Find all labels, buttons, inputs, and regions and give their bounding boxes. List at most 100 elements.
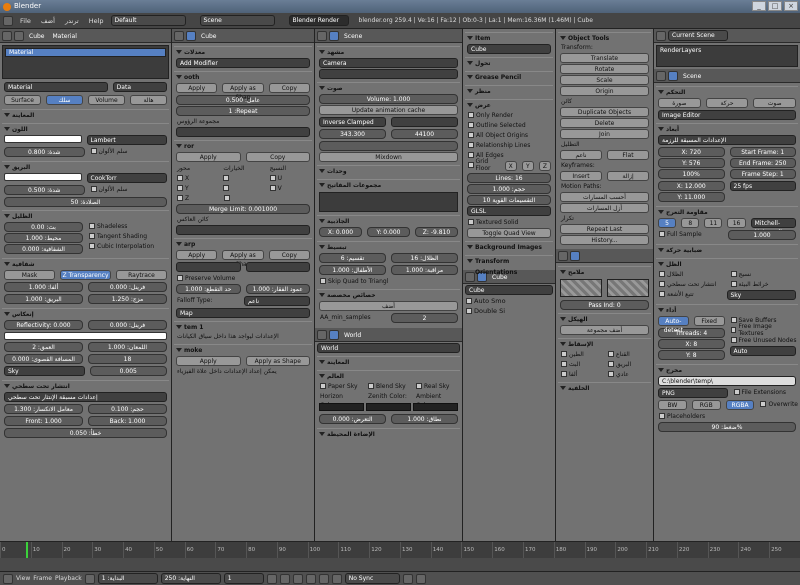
file-extensions-toggle[interactable]: File Extensions xyxy=(731,387,799,397)
dimensions-panel-header[interactable]: أبعاد xyxy=(656,123,798,134)
shading-selector[interactable]: GLSL xyxy=(467,206,551,216)
specular-color-swatch[interactable] xyxy=(4,173,82,181)
sss-ior-field[interactable]: 1.300 :معامل الانكسار xyxy=(4,404,83,414)
editor-type-icon[interactable] xyxy=(3,15,13,26)
diffuse-color-swatch[interactable] xyxy=(4,135,82,143)
properties-icon[interactable] xyxy=(465,271,475,282)
calculate-paths-button[interactable]: أحسب المسارات xyxy=(560,192,649,202)
smooth-factor-field[interactable]: 0.500 :عامل xyxy=(176,95,310,105)
acceleration-selector[interactable]: Auto xyxy=(729,346,796,356)
add-modifier-selector[interactable]: Add Modifier xyxy=(176,58,310,68)
map-selector[interactable]: Map xyxy=(176,308,310,318)
array-target-field[interactable] xyxy=(245,262,310,272)
all-origins-toggle[interactable]: All Object Origins xyxy=(465,130,553,140)
tab-surface[interactable]: Surface xyxy=(4,95,41,105)
maximize-button[interactable]: □ xyxy=(768,1,782,11)
world-icon[interactable] xyxy=(329,329,339,340)
specular-panel-header[interactable]: البريق xyxy=(2,161,169,172)
ambient-field[interactable]: 1.000 :محيط xyxy=(4,233,83,243)
add-property-button[interactable]: أضف xyxy=(319,301,458,311)
transparency-panel-header[interactable]: شفافية xyxy=(2,258,169,269)
doppler-factor-field[interactable] xyxy=(319,141,458,151)
motion-blur-panel-header[interactable]: ضبابية حركة xyxy=(656,244,798,255)
clear-paths-button[interactable]: أزل المسارات xyxy=(560,203,649,213)
add-new-group-button[interactable]: أضف مجموعة xyxy=(560,325,649,335)
properties-icon[interactable] xyxy=(656,70,666,81)
array-copy-button[interactable]: Copy xyxy=(268,250,310,260)
threads-fixed-button[interactable]: Fixed xyxy=(693,316,725,326)
samples-field[interactable]: 18 xyxy=(88,354,167,364)
doppler-field[interactable]: 343.300 xyxy=(319,129,386,139)
env-map-toggle[interactable]: خرائط البيئة xyxy=(728,279,799,289)
output-path-field[interactable]: C:\blender\temp\ xyxy=(658,376,796,386)
current-frame-field[interactable]: 1 xyxy=(223,573,264,584)
resolution-y-field[interactable]: Y: 576 xyxy=(658,158,725,168)
range-field[interactable]: 1.000 :نطاق xyxy=(391,414,458,424)
merge-limit-field[interactable]: Merge Limit: 0.001000 xyxy=(176,204,310,214)
aspect-y-field[interactable]: Y: 11.000 xyxy=(658,192,725,202)
blend-sky-toggle[interactable]: Blend Sky xyxy=(365,381,412,391)
overwrite-toggle[interactable]: Overwrite xyxy=(757,399,798,409)
menu-add[interactable]: أضف xyxy=(38,17,58,25)
menu-file[interactable]: File xyxy=(17,17,34,25)
free-unused-toggle[interactable]: Free Unused Nodes xyxy=(728,335,799,345)
mirror-v-toggle[interactable]: V xyxy=(267,183,312,193)
vertex-group-field[interactable] xyxy=(176,127,310,137)
display-mode-selector[interactable]: Image Editor xyxy=(658,110,796,120)
full-sample-toggle[interactable]: Full Sample xyxy=(656,229,725,239)
emit-field[interactable]: 0.00 :بث xyxy=(4,222,83,232)
mirror-fresnel-field[interactable]: 0.000 :فرينل xyxy=(88,320,167,330)
sss-error-field[interactable]: 0.050 :خطأ xyxy=(4,428,167,438)
alpha-mode-selector[interactable]: Sky xyxy=(726,290,796,300)
translucency-field[interactable]: 0.000 :الشفافية xyxy=(4,244,83,254)
play-reverse-icon[interactable] xyxy=(292,573,303,584)
menu-help[interactable]: Help xyxy=(86,17,107,25)
timeline-ruler[interactable]: 0 10 20 30 40 50 60 70 80 90 100 110 120 130 140 150 160… xyxy=(0,542,800,558)
cubic-interp-toggle[interactable]: Cubic Interpolation xyxy=(86,241,169,251)
placeholders-toggle[interactable]: Placeholders xyxy=(656,411,798,421)
mirror-color-swatch[interactable] xyxy=(4,332,167,340)
play-icon[interactable] xyxy=(305,573,316,584)
rate-field[interactable]: 44100 xyxy=(391,129,458,139)
transform-panel-header[interactable]: تحول xyxy=(465,57,553,68)
gloss-field[interactable]: 1.000 :اللمعان xyxy=(88,342,167,352)
remove-keyframe-button[interactable]: إزالة xyxy=(607,171,649,181)
mirror-u-toggle[interactable]: U xyxy=(267,173,312,183)
properties-icon[interactable] xyxy=(2,30,12,41)
end-frame-field[interactable]: End Frame: 250 xyxy=(729,158,796,168)
texture-icon[interactable] xyxy=(570,250,580,261)
aa-5-button[interactable]: 5 xyxy=(658,218,677,228)
grease-pencil-header[interactable]: Grease Pencil xyxy=(465,71,553,82)
diffuse-ramp-toggle[interactable]: سلم الألوان xyxy=(88,146,170,156)
mirror-panel-header[interactable]: إنعكاس xyxy=(2,308,169,319)
render-preset-selector[interactable]: الإعدادات المسبقة للرزمة xyxy=(658,135,796,145)
object-tools-header[interactable]: Object Tools xyxy=(558,32,651,43)
aa-11-button[interactable]: 11 xyxy=(704,218,723,228)
tiles-x-field[interactable]: X: 8 xyxy=(658,339,725,349)
resolution-pct-field[interactable]: 100% xyxy=(658,169,725,179)
minimize-button[interactable]: _ xyxy=(752,1,766,11)
subdivision-field[interactable]: 6 :تقسيم xyxy=(319,253,386,263)
texture-mask-header[interactable]: ملامح xyxy=(558,266,651,277)
color-rgb-button[interactable]: RGB xyxy=(691,400,721,410)
array-apply-shape-button[interactable]: Apply as Shap xyxy=(222,250,264,268)
fresnel-field[interactable]: 0.000 :فرينل xyxy=(88,282,167,292)
shade-flat-button[interactable]: Flat xyxy=(607,150,649,160)
trans-raytrace-button[interactable]: Raytrace xyxy=(116,270,167,280)
smooth-apply-button[interactable]: Apply xyxy=(176,83,218,93)
scene-panel-header[interactable]: مشهد xyxy=(317,46,460,57)
display-panel-header[interactable]: عرض xyxy=(465,99,553,110)
max-dist-field[interactable]: 0.000 :المسافة القصوى xyxy=(4,354,83,364)
grid-floor-toggle[interactable]: Grid Floor xyxy=(465,158,502,172)
material-slot-row[interactable]: Material xyxy=(5,48,166,57)
aa-samples-field[interactable]: 2 xyxy=(391,313,458,323)
smooth-repeat-field[interactable]: 1 :Repeat xyxy=(176,106,310,116)
scene-selector[interactable]: Scene xyxy=(199,15,275,26)
menu-render[interactable]: ترندر xyxy=(62,17,82,25)
shading-panel-header[interactable]: الظل xyxy=(656,258,798,269)
join-button[interactable]: Join xyxy=(560,129,649,139)
color-bw-button[interactable]: BW xyxy=(658,400,687,410)
axis-y-toggle[interactable]: Y xyxy=(521,161,534,171)
shadow-samples-field[interactable]: 16 :الظلال xyxy=(391,253,458,263)
translate-button[interactable]: Translate xyxy=(560,53,649,63)
